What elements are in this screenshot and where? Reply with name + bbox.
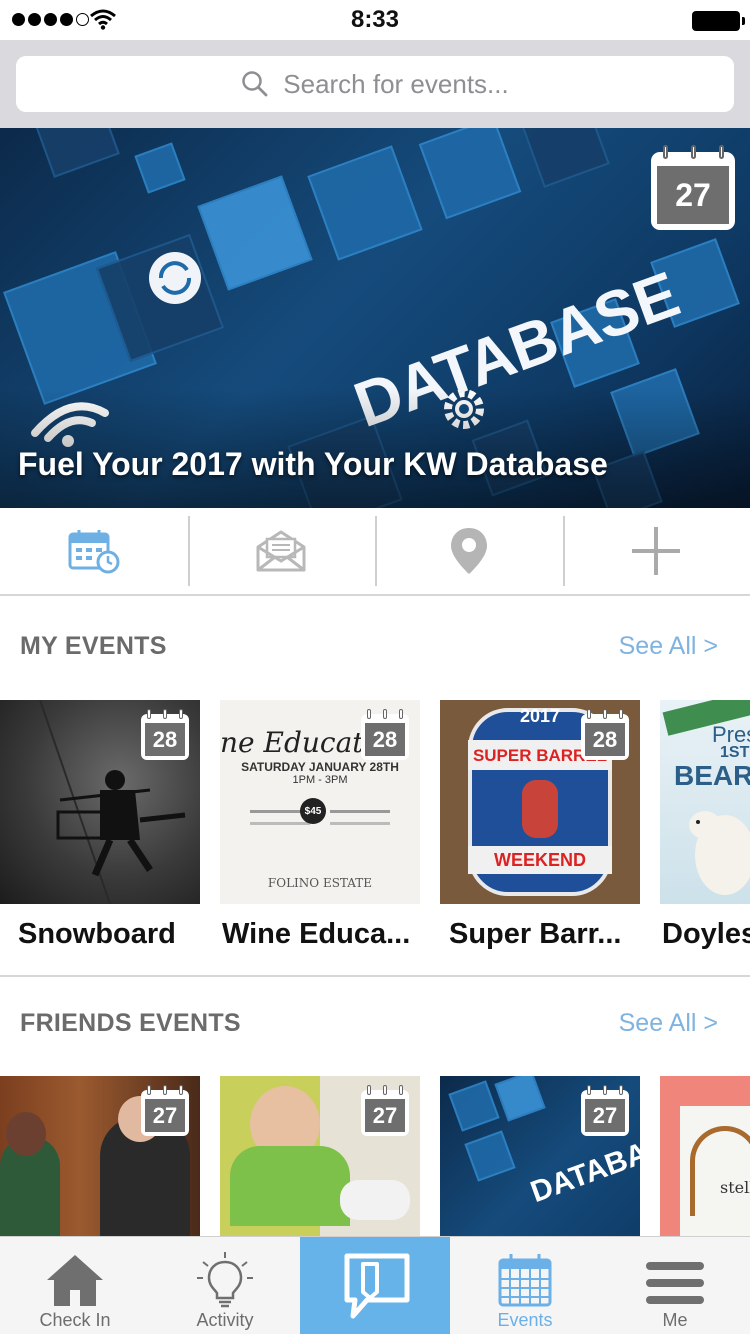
my-events-header: MY EVENTS See All > bbox=[0, 598, 750, 698]
event-thumbnail: Pres 1ST A BEAR bbox=[660, 700, 750, 904]
tab-check-in[interactable]: Check In bbox=[0, 1237, 150, 1334]
decor-tile bbox=[30, 128, 120, 178]
house-icon bbox=[47, 1255, 103, 1306]
my-events-carousel[interactable]: 28 Snowboard ne Education SATURDAY JANUA… bbox=[0, 700, 750, 975]
flyer-line bbox=[330, 822, 390, 825]
search-bar-container: Search for events... bbox=[0, 40, 750, 128]
person-head bbox=[6, 1112, 46, 1156]
invite-action-button[interactable] bbox=[187, 508, 376, 594]
event-date-badge: 27 bbox=[361, 1085, 409, 1136]
friends-events-header: FRIENDS EVENTS See All > bbox=[0, 975, 750, 1075]
decor-tile bbox=[197, 175, 313, 291]
event-card-doyles[interactable]: Pres 1ST A BEAR Doyles bbox=[660, 700, 750, 975]
my-events-title: MY EVENTS bbox=[20, 632, 167, 660]
barrel-subtitle: WEEKEND bbox=[493, 850, 586, 870]
featured-event-banner[interactable]: DATABASE Fuel Your 2017 with Your KW Dat… bbox=[0, 128, 750, 508]
wine-flyer-venue: FOLINO ESTATE bbox=[267, 876, 373, 890]
friends-events-see-all-link[interactable]: See All > bbox=[619, 1009, 718, 1038]
tab-compose[interactable] bbox=[300, 1237, 450, 1334]
event-date-badge: 27 bbox=[141, 1085, 189, 1136]
calendar-grid-icon bbox=[498, 1254, 552, 1307]
event-date-badge: 27 bbox=[581, 1085, 629, 1136]
wine-flyer-time: 1PM - 3PM bbox=[292, 774, 348, 786]
event-card-super-barrel[interactable]: 2017 SUPER BARREL WEEKEND 28 Super Barr.… bbox=[440, 700, 640, 975]
friend-event-card[interactable]: 27 bbox=[220, 1076, 420, 1236]
product-text: stell bbox=[720, 1178, 750, 1197]
sync-icon bbox=[149, 252, 201, 304]
person-figure bbox=[230, 1146, 350, 1226]
calendar-action-button[interactable] bbox=[0, 508, 188, 594]
event-thumbnail: stell bbox=[660, 1076, 750, 1236]
event-name: Doyles bbox=[662, 918, 750, 950]
tab-label: Me bbox=[662, 1310, 688, 1330]
search-placeholder: Search for events... bbox=[283, 68, 509, 99]
event-date-value: 28 bbox=[585, 723, 625, 756]
jester-mascot bbox=[522, 780, 558, 838]
bag-handle bbox=[690, 1126, 750, 1216]
event-card-wine-education[interactable]: ne Education SATURDAY JANUARY 28TH 1PM -… bbox=[220, 700, 420, 975]
quick-actions-bar bbox=[0, 508, 750, 596]
status-bar: 8:33 bbox=[0, 0, 750, 40]
add-event-button[interactable] bbox=[562, 508, 750, 594]
decor-tile bbox=[464, 1130, 516, 1182]
decor-tile bbox=[448, 1080, 500, 1132]
decor-tile bbox=[307, 145, 423, 261]
hero-date-badge: 27 bbox=[651, 145, 735, 230]
event-date-value: 28 bbox=[365, 723, 405, 756]
event-date-badge: 28 bbox=[361, 709, 409, 760]
tab-label: Check In bbox=[39, 1310, 111, 1330]
friends-events-title: FRIENDS EVENTS bbox=[20, 1009, 241, 1037]
plus-icon bbox=[632, 527, 681, 575]
flyer-line bbox=[330, 810, 390, 813]
event-name: Super Barr... bbox=[449, 918, 622, 950]
event-date-value: 28 bbox=[145, 723, 185, 756]
event-date-value: 27 bbox=[365, 1099, 405, 1132]
tab-label: Events bbox=[497, 1310, 553, 1330]
friend-event-card[interactable]: 27 bbox=[0, 1076, 200, 1236]
tab-label: Activity bbox=[196, 1310, 254, 1330]
event-name: Snowboard bbox=[18, 918, 176, 950]
status-time: 8:33 bbox=[350, 6, 400, 33]
hero-date-value: 27 bbox=[657, 166, 729, 224]
search-input[interactable]: Search for events... bbox=[16, 56, 734, 112]
doyles-text-3: BEAR bbox=[674, 760, 750, 791]
location-action-button[interactable] bbox=[375, 508, 563, 594]
event-date-badge: 28 bbox=[581, 709, 629, 760]
friend-event-card[interactable]: stell bbox=[660, 1076, 750, 1236]
tab-events[interactable]: Events bbox=[450, 1237, 600, 1334]
envelope-icon bbox=[256, 530, 306, 572]
person-figure bbox=[340, 1180, 410, 1220]
decor-tile bbox=[134, 142, 186, 194]
battery-icon bbox=[692, 11, 745, 31]
tab-bar: Check In Activity Events Me bbox=[0, 1236, 750, 1334]
decor-tile bbox=[418, 128, 522, 220]
decor-tile bbox=[520, 128, 610, 188]
flyer-line bbox=[250, 822, 310, 825]
search-icon bbox=[242, 71, 268, 97]
wine-flyer-price: $45 bbox=[300, 798, 326, 824]
event-card-snowboard[interactable]: 28 Snowboard bbox=[0, 700, 200, 975]
tab-activity[interactable]: Activity bbox=[150, 1237, 300, 1334]
event-date-badge: 28 bbox=[141, 709, 189, 760]
my-events-see-all-link[interactable]: See All > bbox=[619, 632, 718, 661]
event-date-value: 27 bbox=[145, 1099, 185, 1132]
lightbulb-icon bbox=[197, 1252, 253, 1308]
polar-bear-image bbox=[689, 811, 750, 895]
location-pin-icon bbox=[450, 528, 487, 574]
friends-events-carousel[interactable]: 27 27 DATABASE 27 stell bbox=[0, 1076, 750, 1236]
hero-title: Fuel Your 2017 with Your KW Database bbox=[18, 446, 608, 482]
event-date-value: 27 bbox=[585, 1099, 625, 1132]
tab-me[interactable]: Me bbox=[600, 1237, 750, 1334]
friend-event-card[interactable]: DATABASE 27 bbox=[440, 1076, 640, 1236]
decor-tile bbox=[494, 1076, 546, 1122]
calendar-clock-icon bbox=[68, 530, 120, 574]
wine-flyer-date: SATURDAY JANUARY 28TH bbox=[241, 760, 399, 774]
event-name: Wine Educa... bbox=[222, 918, 411, 950]
compose-chat-icon bbox=[344, 1253, 410, 1319]
menu-icon bbox=[646, 1262, 704, 1304]
